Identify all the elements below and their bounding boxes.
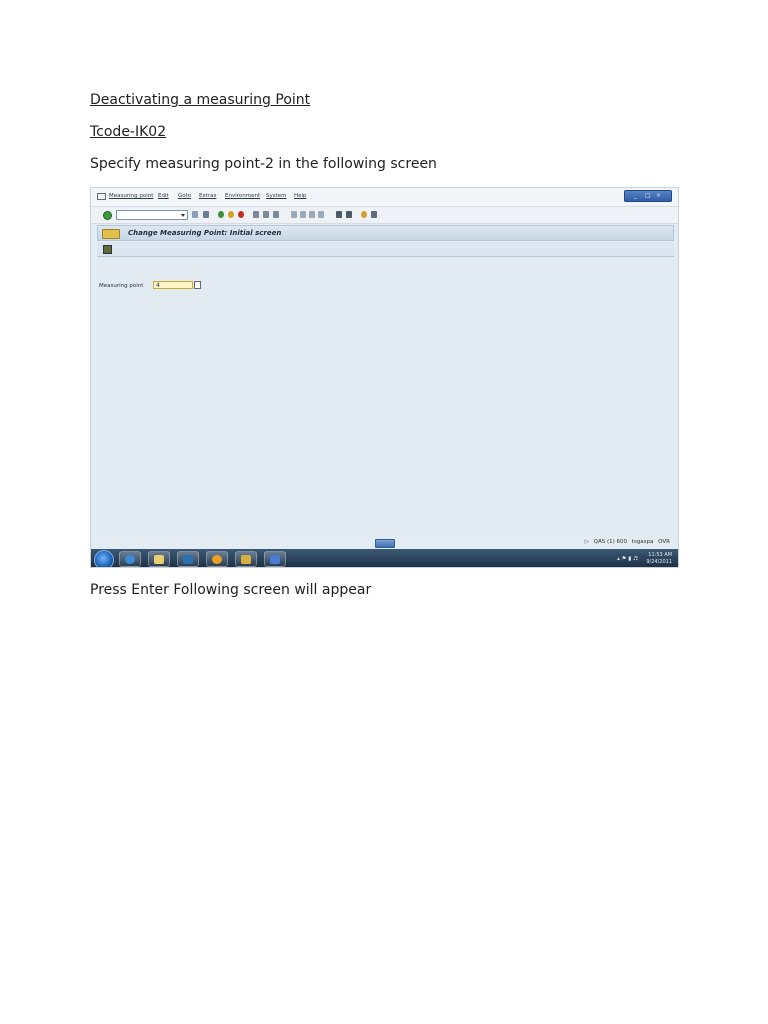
menu-extras[interactable]: Extras bbox=[199, 193, 216, 199]
first-page-icon[interactable] bbox=[291, 211, 297, 218]
exit-icon[interactable] bbox=[228, 211, 234, 218]
shortcut-icon[interactable] bbox=[346, 211, 352, 218]
taskbar-sap-button[interactable] bbox=[235, 551, 257, 567]
cancel-icon[interactable] bbox=[238, 211, 244, 218]
last-page-icon[interactable] bbox=[318, 211, 324, 218]
taskbar-app-button[interactable] bbox=[206, 551, 228, 567]
screen-title-bar: Change Measuring Point: Initial screen bbox=[97, 225, 674, 241]
status-mode: OVR bbox=[658, 539, 670, 545]
sap-logo-icon bbox=[375, 539, 395, 548]
measuring-point-input[interactable]: 4 bbox=[153, 281, 193, 289]
next-page-icon[interactable] bbox=[309, 211, 315, 218]
save-icon[interactable] bbox=[203, 211, 209, 218]
help-icon[interactable] bbox=[361, 211, 367, 218]
clock-date: 9/24/2011 bbox=[646, 559, 672, 565]
taskbar-ie-button[interactable] bbox=[119, 551, 141, 567]
word-icon bbox=[270, 555, 280, 564]
sap-toolbar bbox=[91, 207, 678, 224]
sap-screenshot: Measuring point Edit Goto Extras Environ… bbox=[90, 187, 679, 568]
new-session-icon[interactable] bbox=[336, 211, 342, 218]
menu-system[interactable]: System bbox=[266, 193, 287, 199]
layout-icon[interactable] bbox=[371, 211, 377, 218]
status-user: tsgaspa bbox=[631, 539, 654, 545]
app-icon bbox=[212, 555, 222, 564]
menu-measuring-point[interactable]: Measuring point bbox=[109, 193, 153, 199]
taskbar-explorer-button[interactable] bbox=[148, 551, 170, 567]
doc-instruction: Specify measuring point-2 in the followi… bbox=[90, 156, 437, 172]
menu-edit[interactable]: Edit bbox=[158, 193, 169, 199]
application-toolbar bbox=[97, 242, 674, 257]
media-icon bbox=[183, 555, 193, 564]
folder-icon bbox=[154, 555, 164, 564]
ie-icon bbox=[125, 555, 135, 564]
clock-time: 11:53 AM bbox=[648, 552, 672, 558]
doc-heading: Deactivating a measuring Point bbox=[90, 92, 311, 108]
create-icon[interactable] bbox=[103, 245, 112, 254]
sap-gui-icon bbox=[241, 555, 251, 564]
screen-content: Measuring point 4 bbox=[97, 257, 674, 537]
windows-taskbar: ▴ ⚑ ▮ ♬ 11:53 AM 9/24/2011 bbox=[91, 549, 678, 567]
transaction-icon bbox=[102, 229, 120, 239]
value-help-icon[interactable] bbox=[194, 281, 201, 289]
menu-goto[interactable]: Goto bbox=[178, 193, 191, 199]
tray-icons[interactable]: ▴ ⚑ ▮ ♬ bbox=[617, 556, 638, 562]
maximize-icon[interactable]: □ bbox=[645, 192, 651, 199]
doc-tcode: Tcode-IK02 bbox=[90, 124, 167, 140]
status-arrow-icon[interactable]: ▷ bbox=[585, 539, 589, 545]
find-next-icon[interactable] bbox=[273, 211, 279, 218]
taskbar-media-button[interactable] bbox=[177, 551, 199, 567]
measuring-point-label: Measuring point bbox=[99, 283, 144, 289]
enter-icon[interactable] bbox=[103, 211, 112, 220]
find-icon[interactable] bbox=[263, 211, 269, 218]
sap-menubar: Measuring point Edit Goto Extras Environ… bbox=[91, 188, 678, 207]
back-icon[interactable] bbox=[218, 211, 224, 218]
minimize-icon[interactable]: _ bbox=[634, 192, 637, 199]
status-info: ▷ QAS (1) 600 tsgaspa OVR bbox=[582, 539, 670, 545]
doc-after-text: Press Enter Following screen will appear bbox=[90, 582, 372, 598]
start-button-icon[interactable] bbox=[94, 550, 114, 567]
status-system[interactable]: QAS (1) 600 bbox=[594, 539, 627, 545]
status-bar: ▷ QAS (1) 600 tsgaspa OVR bbox=[91, 537, 678, 549]
print-icon[interactable] bbox=[253, 211, 259, 218]
command-field[interactable] bbox=[116, 210, 188, 220]
back-arrow-icon[interactable] bbox=[192, 211, 198, 218]
tray-clock[interactable]: 11:53 AM 9/24/2011 bbox=[646, 552, 672, 566]
taskbar-word-button[interactable] bbox=[264, 551, 286, 567]
menu-exit-icon[interactable] bbox=[97, 193, 106, 200]
prev-page-icon[interactable] bbox=[300, 211, 306, 218]
window-controls[interactable]: _ □ × bbox=[624, 190, 672, 202]
screen-title: Change Measuring Point: Initial screen bbox=[128, 229, 282, 237]
close-icon[interactable]: × bbox=[656, 192, 661, 199]
menu-help[interactable]: Help bbox=[294, 193, 307, 199]
menu-environment[interactable]: Environment bbox=[225, 193, 260, 199]
